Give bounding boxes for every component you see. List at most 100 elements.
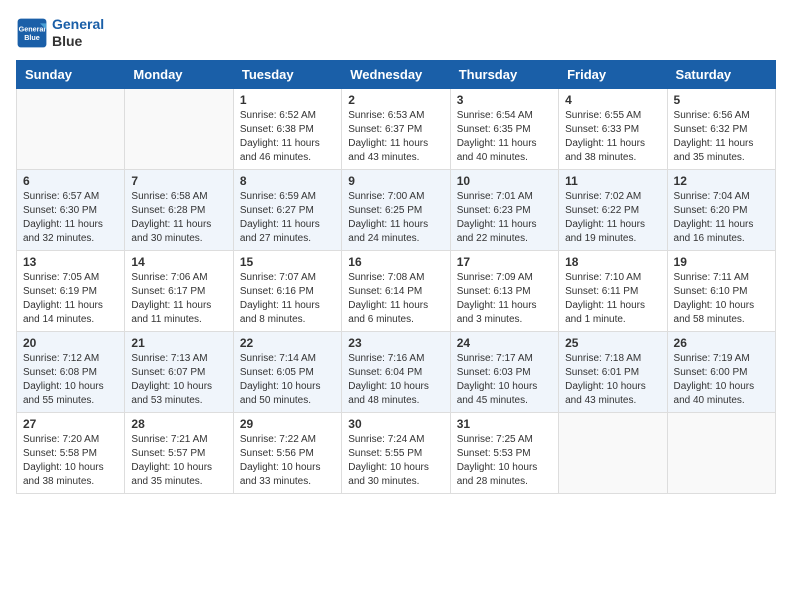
- day-info: Sunrise: 7:10 AM Sunset: 6:11 PM Dayligh…: [565, 271, 660, 327]
- calendar-day-20: 20 Sunrise: 7:12 AM Sunset: 6:08 PM Dayli…: [17, 331, 125, 412]
- day-number: 27: [23, 417, 118, 431]
- calendar-empty-cell: [559, 412, 667, 493]
- day-number: 29: [240, 417, 335, 431]
- day-info: Sunrise: 7:08 AM Sunset: 6:14 PM Dayligh…: [348, 271, 443, 327]
- calendar-day-7: 7 Sunrise: 6:58 AM Sunset: 6:28 PM Daylig…: [125, 169, 233, 250]
- calendar-day-12: 12 Sunrise: 7:04 AM Sunset: 6:20 PM Dayli…: [667, 169, 775, 250]
- day-number: 21: [131, 336, 226, 350]
- day-info: Sunrise: 7:05 AM Sunset: 6:19 PM Dayligh…: [23, 271, 118, 327]
- calendar-day-10: 10 Sunrise: 7:01 AM Sunset: 6:23 PM Dayli…: [450, 169, 558, 250]
- day-number: 31: [457, 417, 552, 431]
- day-number: 7: [131, 174, 226, 188]
- day-info: Sunrise: 7:12 AM Sunset: 6:08 PM Dayligh…: [23, 352, 118, 408]
- calendar-day-11: 11Sunrise: 7:02 AM Sunset: 6:22 PM Dayli…: [559, 169, 667, 250]
- calendar-day-9: 9 Sunrise: 7:00 AM Sunset: 6:25 PM Daylig…: [342, 169, 450, 250]
- calendar-day-13: 13 Sunrise: 7:05 AM Sunset: 6:19 PM Dayli…: [17, 250, 125, 331]
- day-number: 24: [457, 336, 552, 350]
- day-info: Sunrise: 7:07 AM Sunset: 6:16 PM Dayligh…: [240, 271, 335, 327]
- day-number: 1: [240, 93, 335, 107]
- calendar-day-31: 31 Sunrise: 7:25 AM Sunset: 5:53 PM Dayli…: [450, 412, 558, 493]
- day-info: Sunrise: 7:11 AM Sunset: 6:10 PM Dayligh…: [674, 271, 769, 327]
- day-number: 20: [23, 336, 118, 350]
- day-number: 18: [565, 255, 660, 269]
- svg-text:General: General: [19, 24, 46, 33]
- calendar-week-row: 1Sunrise: 6:52 AM Sunset: 6:38 PM Daylig…: [17, 88, 776, 169]
- calendar-week-row: 20 Sunrise: 7:12 AM Sunset: 6:08 PM Dayli…: [17, 331, 776, 412]
- day-number: 4: [565, 93, 660, 107]
- day-number: 16: [348, 255, 443, 269]
- day-number: 10: [457, 174, 552, 188]
- calendar-day-4: 4Sunrise: 6:55 AM Sunset: 6:33 PM Daylig…: [559, 88, 667, 169]
- day-number: 23: [348, 336, 443, 350]
- calendar-table: SundayMondayTuesdayWednesdayThursdayFrid…: [16, 60, 776, 494]
- calendar-day-28: 28 Sunrise: 7:21 AM Sunset: 5:57 PM Dayli…: [125, 412, 233, 493]
- day-info: Sunrise: 7:19 AM Sunset: 6:00 PM Dayligh…: [674, 352, 769, 408]
- page-header: General Blue GeneralBlue: [16, 16, 776, 50]
- calendar-empty-cell: [667, 412, 775, 493]
- calendar-day-3: 3Sunrise: 6:54 AM Sunset: 6:35 PM Daylig…: [450, 88, 558, 169]
- day-info: Sunrise: 7:22 AM Sunset: 5:56 PM Dayligh…: [240, 433, 335, 489]
- day-number: 30: [348, 417, 443, 431]
- header-friday: Friday: [559, 60, 667, 88]
- day-info: Sunrise: 7:21 AM Sunset: 5:57 PM Dayligh…: [131, 433, 226, 489]
- calendar-day-24: 24 Sunrise: 7:17 AM Sunset: 6:03 PM Dayli…: [450, 331, 558, 412]
- day-number: 12: [674, 174, 769, 188]
- day-info: Sunrise: 7:20 AM Sunset: 5:58 PM Dayligh…: [23, 433, 118, 489]
- calendar-empty-cell: [17, 88, 125, 169]
- day-number: 15: [240, 255, 335, 269]
- day-info: Sunrise: 6:58 AM Sunset: 6:28 PM Dayligh…: [131, 190, 226, 246]
- day-info: Sunrise: 7:00 AM Sunset: 6:25 PM Dayligh…: [348, 190, 443, 246]
- calendar-week-row: 6 Sunrise: 6:57 AM Sunset: 6:30 PM Daylig…: [17, 169, 776, 250]
- calendar-empty-cell: [125, 88, 233, 169]
- day-info: Sunrise: 6:59 AM Sunset: 6:27 PM Dayligh…: [240, 190, 335, 246]
- calendar-day-18: 18 Sunrise: 7:10 AM Sunset: 6:11 PM Dayli…: [559, 250, 667, 331]
- calendar-day-2: 2Sunrise: 6:53 AM Sunset: 6:37 PM Daylig…: [342, 88, 450, 169]
- calendar-day-27: 27 Sunrise: 7:20 AM Sunset: 5:58 PM Dayli…: [17, 412, 125, 493]
- calendar-day-30: 30 Sunrise: 7:24 AM Sunset: 5:55 PM Dayli…: [342, 412, 450, 493]
- day-info: Sunrise: 7:25 AM Sunset: 5:53 PM Dayligh…: [457, 433, 552, 489]
- header-sunday: Sunday: [17, 60, 125, 88]
- day-info: Sunrise: 7:13 AM Sunset: 6:07 PM Dayligh…: [131, 352, 226, 408]
- day-info: Sunrise: 6:57 AM Sunset: 6:30 PM Dayligh…: [23, 190, 118, 246]
- header-saturday: Saturday: [667, 60, 775, 88]
- calendar-day-5: 5 Sunrise: 6:56 AM Sunset: 6:32 PM Daylig…: [667, 88, 775, 169]
- day-info: Sunrise: 6:56 AM Sunset: 6:32 PM Dayligh…: [674, 109, 769, 165]
- day-info: Sunrise: 7:01 AM Sunset: 6:23 PM Dayligh…: [457, 190, 552, 246]
- day-number: 19: [674, 255, 769, 269]
- day-number: 6: [23, 174, 118, 188]
- calendar-day-29: 29 Sunrise: 7:22 AM Sunset: 5:56 PM Dayli…: [233, 412, 341, 493]
- day-info: Sunrise: 7:09 AM Sunset: 6:13 PM Dayligh…: [457, 271, 552, 327]
- calendar-day-22: 22Sunrise: 7:14 AM Sunset: 6:05 PM Dayli…: [233, 331, 341, 412]
- logo: General Blue GeneralBlue: [16, 16, 104, 50]
- logo-text: GeneralBlue: [52, 16, 104, 50]
- calendar-day-15: 15 Sunrise: 7:07 AM Sunset: 6:16 PM Dayli…: [233, 250, 341, 331]
- day-info: Sunrise: 6:53 AM Sunset: 6:37 PM Dayligh…: [348, 109, 443, 165]
- calendar-day-26: 26Sunrise: 7:19 AM Sunset: 6:00 PM Dayli…: [667, 331, 775, 412]
- calendar-header-row: SundayMondayTuesdayWednesdayThursdayFrid…: [17, 60, 776, 88]
- day-number: 13: [23, 255, 118, 269]
- day-number: 9: [348, 174, 443, 188]
- calendar-day-19: 19 Sunrise: 7:11 AM Sunset: 6:10 PM Dayli…: [667, 250, 775, 331]
- day-number: 5: [674, 93, 769, 107]
- calendar-day-8: 8 Sunrise: 6:59 AM Sunset: 6:27 PM Daylig…: [233, 169, 341, 250]
- day-info: Sunrise: 7:18 AM Sunset: 6:01 PM Dayligh…: [565, 352, 660, 408]
- day-number: 28: [131, 417, 226, 431]
- day-info: Sunrise: 7:04 AM Sunset: 6:20 PM Dayligh…: [674, 190, 769, 246]
- day-info: Sunrise: 7:17 AM Sunset: 6:03 PM Dayligh…: [457, 352, 552, 408]
- day-number: 17: [457, 255, 552, 269]
- calendar-day-1: 1Sunrise: 6:52 AM Sunset: 6:38 PM Daylig…: [233, 88, 341, 169]
- day-number: 25: [565, 336, 660, 350]
- logo-icon: General Blue: [16, 17, 48, 49]
- day-number: 22: [240, 336, 335, 350]
- calendar-day-16: 16 Sunrise: 7:08 AM Sunset: 6:14 PM Dayli…: [342, 250, 450, 331]
- day-info: Sunrise: 7:16 AM Sunset: 6:04 PM Dayligh…: [348, 352, 443, 408]
- header-thursday: Thursday: [450, 60, 558, 88]
- day-number: 14: [131, 255, 226, 269]
- svg-text:Blue: Blue: [24, 33, 40, 42]
- calendar-week-row: 27 Sunrise: 7:20 AM Sunset: 5:58 PM Dayli…: [17, 412, 776, 493]
- day-info: Sunrise: 7:24 AM Sunset: 5:55 PM Dayligh…: [348, 433, 443, 489]
- calendar-day-23: 23 Sunrise: 7:16 AM Sunset: 6:04 PM Dayli…: [342, 331, 450, 412]
- day-info: Sunrise: 7:02 AM Sunset: 6:22 PM Dayligh…: [565, 190, 660, 246]
- day-number: 8: [240, 174, 335, 188]
- calendar-day-14: 14Sunrise: 7:06 AM Sunset: 6:17 PM Dayli…: [125, 250, 233, 331]
